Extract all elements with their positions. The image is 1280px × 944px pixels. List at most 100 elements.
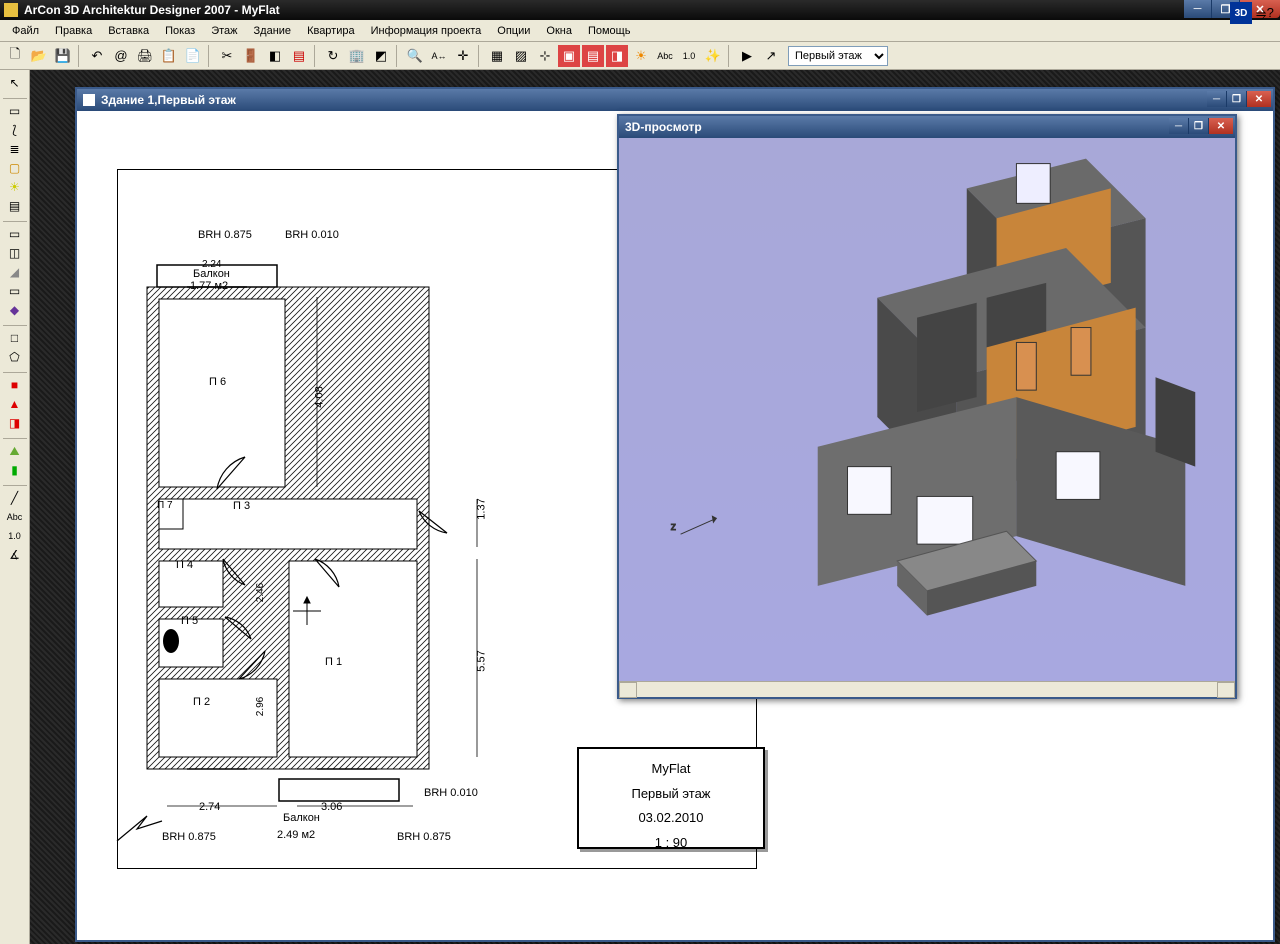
mode-3d-button[interactable]: 3D (1230, 2, 1252, 24)
red-square-icon[interactable]: ■ (3, 376, 27, 394)
zoom-icon[interactable]: 🔍 (404, 45, 426, 67)
refresh-icon[interactable]: ↻ (322, 45, 344, 67)
3dview-icon[interactable]: ◧ (264, 45, 286, 67)
grid-icon[interactable]: ▦ (486, 45, 508, 67)
brh-top-left: BRH 0.875 (198, 229, 252, 241)
room-p5: П 5 (181, 615, 198, 627)
menu-insert[interactable]: Вставка (100, 22, 157, 40)
window-icon[interactable]: ▭ (3, 225, 27, 243)
building-icon[interactable]: 🏢 (346, 45, 368, 67)
menu-show[interactable]: Показ (157, 22, 203, 40)
crosshair-icon[interactable]: ✛ (452, 45, 474, 67)
brh-bottom-right: BRH 0.010 (424, 787, 478, 799)
angle-icon[interactable]: ∡ (3, 546, 27, 564)
balcony-top-label: Балкон (193, 268, 230, 280)
arrow2-icon[interactable]: ↗ (760, 45, 782, 67)
text-icon[interactable]: Abc (3, 508, 27, 526)
menu-windows[interactable]: Окна (538, 22, 580, 40)
save-icon[interactable]: 💾 (52, 45, 74, 67)
svg-text:z: z (671, 521, 676, 533)
arrow1-icon[interactable]: ▶ (736, 45, 758, 67)
menu-edit[interactable]: Правка (47, 22, 100, 40)
new-icon[interactable]: 🗋 (4, 45, 26, 67)
line-icon[interactable]: ╱ (3, 489, 27, 507)
sun2-icon[interactable]: ☀ (3, 178, 27, 196)
view-icon[interactable]: ◩ (370, 45, 392, 67)
shade-icon[interactable]: ▤ (288, 45, 310, 67)
floorplan-title: Здание 1,Первый этаж (101, 93, 236, 107)
terrain-icon[interactable]: ⛰ (3, 442, 27, 460)
brh-top-right: BRH 0.010 (285, 229, 339, 241)
copy-icon[interactable]: 📋 (158, 45, 180, 67)
floorplan-titlebar[interactable]: Здание 1,Первый этаж ─ ❐ ✕ (77, 89, 1273, 111)
arc-icon[interactable]: ⟅ (3, 121, 27, 139)
snap-icon[interactable]: ▨ (510, 45, 532, 67)
room-p6: П 6 (209, 376, 226, 388)
balcony-bottom-label: Балкон (283, 812, 320, 824)
brh-bottom-left2: BRH 0.875 (397, 831, 451, 843)
ruler-icon[interactable]: 1.0 (678, 45, 700, 67)
menu-apartment[interactable]: Квартира (299, 22, 363, 40)
menu-help[interactable]: Помощь (580, 22, 639, 40)
polygon-icon[interactable]: ⬠ (3, 348, 27, 366)
red1-icon[interactable]: ▣ (558, 45, 580, 67)
open-icon[interactable]: 📂 (28, 45, 50, 67)
info-project: MyFlat (579, 757, 763, 782)
plan-close-button[interactable]: ✕ (1247, 91, 1271, 107)
dim-h2: 1.37 (476, 498, 488, 519)
plan-maximize-button[interactable]: ❐ (1227, 91, 1247, 107)
undo-icon[interactable]: ↶ (86, 45, 108, 67)
app-title: ArCon 3D Architektur Designer 2007 - MyF… (24, 3, 280, 17)
print-icon[interactable]: 🖨 (134, 45, 156, 67)
stairs1-icon[interactable]: ≣ (3, 140, 27, 158)
preview-titlebar[interactable]: 3D-просмотр ─ ❐ ✕ (619, 116, 1235, 138)
square-icon[interactable]: □ (3, 329, 27, 347)
app-icon (4, 3, 18, 17)
autofit-icon[interactable]: A↔ (428, 45, 450, 67)
paste-icon[interactable]: 📄 (182, 45, 204, 67)
mail-icon[interactable]: @ (110, 45, 132, 67)
room-p2: П 2 (193, 696, 210, 708)
abc-icon[interactable]: Abc (654, 45, 676, 67)
door-icon[interactable]: 🚪 (240, 45, 262, 67)
minimize-button[interactable]: ─ (1184, 0, 1212, 18)
floor-select[interactable]: Первый этаж (788, 46, 888, 66)
roof-icon[interactable]: ◢ (3, 263, 27, 281)
room-p4: П 4 (176, 559, 193, 571)
help-pointer-icon[interactable]: ⥤? (1254, 2, 1276, 24)
preview-minimize-button[interactable]: ─ (1169, 118, 1189, 134)
dim-icon[interactable]: 1.0 (3, 527, 27, 545)
dim-h4: 2.46 (255, 583, 266, 602)
menu-building[interactable]: Здание (246, 22, 300, 40)
dim-h5: 2.96 (255, 697, 266, 716)
section-icon[interactable]: ◨ (3, 414, 27, 432)
green-icon[interactable]: ▮ (3, 461, 27, 479)
red-roof-icon[interactable]: ▲ (3, 395, 27, 413)
beam-icon[interactable]: ▭ (3, 282, 27, 300)
axis-icon[interactable]: ⊹ (534, 45, 556, 67)
info-date: 03.02.2010 (579, 806, 763, 831)
preview-canvas[interactable]: z (619, 138, 1235, 681)
plan-minimize-button[interactable]: ─ (1207, 91, 1227, 107)
menu-file[interactable]: Файл (4, 22, 47, 40)
door2-icon[interactable]: ◫ (3, 244, 27, 262)
cut-icon[interactable]: ✂ (216, 45, 238, 67)
dim-w2: 3.06 (321, 801, 342, 813)
menu-floor[interactable]: Этаж (203, 22, 245, 40)
menu-project-info[interactable]: Информация проекта (363, 22, 490, 40)
red2-icon[interactable]: ▤ (582, 45, 604, 67)
sun-icon[interactable]: ☀ (630, 45, 652, 67)
room-p3: П 3 (233, 500, 250, 512)
info-floor: Первый этаж (579, 782, 763, 807)
menu-options[interactable]: Опции (489, 22, 538, 40)
pointer-icon[interactable]: ↖ (3, 74, 27, 92)
wand-icon[interactable]: ✨ (702, 45, 724, 67)
preview-maximize-button[interactable]: ❐ (1189, 118, 1209, 134)
room-icon[interactable]: ▢ (3, 159, 27, 177)
object-icon[interactable]: ◆ (3, 301, 27, 319)
preview-scrollbar[interactable] (619, 681, 1235, 697)
wall-icon[interactable]: ▭ (3, 102, 27, 120)
red3-icon[interactable]: ◨ (606, 45, 628, 67)
preview-close-button[interactable]: ✕ (1209, 118, 1233, 134)
stairs2-icon[interactable]: ▤ (3, 197, 27, 215)
